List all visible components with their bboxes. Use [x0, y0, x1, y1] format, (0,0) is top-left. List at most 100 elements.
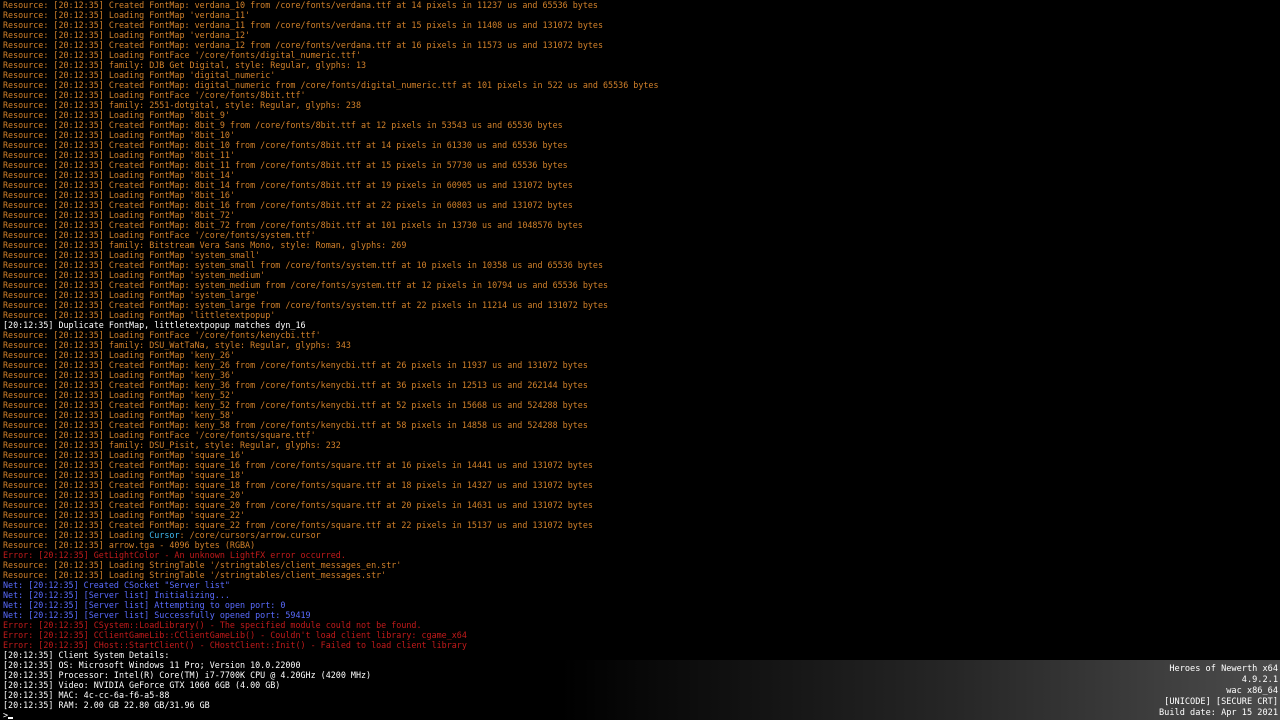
log-line-resource: Resource: [20:12:35] Created FontMap: di…	[3, 80, 1273, 90]
log-line-resource: Resource: [20:12:35] Loading FontMap 'sy…	[3, 250, 1273, 260]
log-line-resource: Resource: [20:12:35] Loading FontMap 'ke…	[3, 370, 1273, 380]
log-line-text: Resource: [20:12:35] Created FontMap: 8b…	[3, 160, 568, 170]
log-line-text: Resource: [20:12:35] Created FontMap: sy…	[3, 280, 609, 290]
log-line-text: Resource: [20:12:35] Loading FontMap 'sq…	[3, 490, 246, 500]
log-line-resource: Resource: [20:12:35] Created FontMap: sq…	[3, 500, 1273, 510]
log-line-text: Resource: [20:12:35] Created FontMap: 8b…	[3, 140, 568, 150]
build-date-label: Build date: Apr 15 2021	[1159, 708, 1278, 718]
log-line-text: Resource: [20:12:35] Loading FontMap 'ke…	[3, 370, 235, 380]
log-line-resource: Resource: [20:12:35] Loading FontMap 'sy…	[3, 290, 1273, 300]
log-line-text: Resource: [20:12:35] Created FontMap: sy…	[3, 300, 609, 310]
log-line-text: Resource: [20:12:35] Loading FontMap 'di…	[3, 70, 276, 80]
log-line-resource: Resource: [20:12:35] Loading FontMap 'sq…	[3, 510, 1273, 520]
log-line-text: Resource: [20:12:35] Loading FontMap '8b…	[3, 110, 230, 120]
log-line-resource: Resource: [20:12:35] Loading FontMap 'sq…	[3, 450, 1273, 460]
log-line-text: Resource: [20:12:35] Loading FontMap 'ke…	[3, 390, 235, 400]
log-line-resource: Resource: [20:12:35] Loading FontFace '/…	[3, 50, 1273, 60]
log-line-resource: Resource: [20:12:35] Loading FontMap 've…	[3, 30, 1273, 40]
log-line-text: [20:12:35] Client System Details:	[3, 650, 170, 660]
log-line-text: Net: [20:12:35] [Server list] Initializi…	[3, 590, 230, 600]
log-line-resource: Resource: [20:12:35] Created FontMap: ve…	[3, 0, 1273, 10]
log-line-resource: Resource: [20:12:35] Created FontMap: ke…	[3, 380, 1273, 390]
log-line-text: Resource: [20:12:35] Loading FontFace '/…	[3, 230, 316, 240]
log-line-text: Resource: [20:12:35] Created FontMap: 8b…	[3, 220, 583, 230]
log-line-resource: Resource: [20:12:35] family: DJB Get Dig…	[3, 60, 1273, 70]
log-line-text: Resource: [20:12:35] Created FontMap: 8b…	[3, 120, 563, 130]
log-line-resource: Resource: [20:12:35] family: DSU_WatTaNa…	[3, 340, 1273, 350]
log-line-text: Resource: [20:12:35] Created FontMap: ve…	[3, 0, 598, 10]
version-label: 4.9.2.1	[1241, 675, 1278, 685]
log-line-text: Resource: [20:12:35] Loading FontMap '8b…	[3, 190, 235, 200]
console-input[interactable]	[8, 710, 608, 720]
log-line-text: Resource: [20:12:35] family: DSU_WatTaNa…	[3, 340, 351, 350]
log-line-text: Resource: [20:12:35] Loading FontMap 'li…	[3, 310, 276, 320]
log-line-resource: Resource: [20:12:35] Loading FontFace '/…	[3, 330, 1273, 340]
log-line-resource: Resource: [20:12:35] Loading FontMap 'ke…	[3, 410, 1273, 420]
platform-label: wac x86_64	[1226, 686, 1278, 696]
log-line-error: Error: [20:12:35] CHost::StartClient() -…	[3, 640, 1273, 650]
log-line-text: [20:12:35] Processor: Intel(R) Core(TM) …	[3, 670, 372, 680]
log-line-resource: Resource: [20:12:35] Created FontMap: sy…	[3, 300, 1273, 310]
log-line-text: Error: [20:12:35] CHost::StartClient() -…	[3, 640, 467, 650]
log-line-net: Net: [20:12:35] [Server list] Initializi…	[3, 590, 1273, 600]
log-line-text: Resource: [20:12:35] family: DJB Get Dig…	[3, 60, 367, 70]
log-line-text: [20:12:35] MAC: 4c-cc-6a-f6-a5-88	[3, 690, 170, 700]
log-line-text: [20:12:35] OS: Microsoft Windows 11 Pro;…	[3, 660, 301, 670]
log-line-text: [20:12:35] Video: NVIDIA GeForce GTX 106…	[3, 680, 281, 690]
log-line-plain: [20:12:35] Duplicate FontMap, littletext…	[3, 320, 1273, 330]
log-line-text: Resource: [20:12:35] Created FontMap: ve…	[3, 20, 604, 30]
log-keyword-highlight: Cursor	[149, 530, 180, 540]
log-line-text: Resource: [20:12:35] Created FontMap: ke…	[3, 360, 588, 370]
log-line-text: Resource: [20:12:35] Created FontMap: 8b…	[3, 180, 573, 190]
log-line-text: Resource: [20:12:35] Loading FontFace '/…	[3, 430, 316, 440]
log-line-text: Resource: [20:12:35] Loading FontMap 'sq…	[3, 470, 246, 480]
log-line-error: Error: [20:12:35] GetLightColor - An unk…	[3, 550, 1273, 560]
log-line-resource: Resource: [20:12:35] Created FontMap: 8b…	[3, 200, 1273, 210]
log-line-text: Resource: [20:12:35] Created FontMap: sq…	[3, 520, 593, 530]
log-line-resource: Resource: [20:12:35] Loading Cursor: /co…	[3, 530, 1273, 540]
log-line-resource: Resource: [20:12:35] Created FontMap: 8b…	[3, 140, 1273, 150]
log-line-text: Resource: [20:12:35] Loading FontFace '/…	[3, 90, 306, 100]
log-line-text: Error: [20:12:35] CSystem::LoadLibrary()…	[3, 620, 422, 630]
console-log: Resource: [20:12:35] Created FontMap: ve…	[3, 0, 1273, 710]
log-line-resource: Resource: [20:12:35] Created FontMap: ve…	[3, 40, 1273, 50]
log-line-resource: Resource: [20:12:35] Loading FontMap 'li…	[3, 310, 1273, 320]
log-line-resource: Resource: [20:12:35] Created FontMap: 8b…	[3, 120, 1273, 130]
log-line-text: Error: [20:12:35] CClientGameLib::CClien…	[3, 630, 467, 640]
log-line-text: Resource: [20:12:35] family: Bitstream V…	[3, 240, 407, 250]
log-line-resource: Resource: [20:12:35] Loading FontMap '8b…	[3, 150, 1273, 160]
log-line-error: Error: [20:12:35] CSystem::LoadLibrary()…	[3, 620, 1273, 630]
log-line-resource: Resource: [20:12:35] Loading FontMap '8b…	[3, 210, 1273, 220]
log-line-resource: Resource: [20:12:35] Loading FontMap '8b…	[3, 110, 1273, 120]
log-line-resource: Resource: [20:12:35] family: 2551-dotgit…	[3, 100, 1273, 110]
log-line-text: Resource: [20:12:35] Loading	[3, 530, 150, 540]
log-line-resource: Resource: [20:12:35] Loading FontMap 'sy…	[3, 270, 1273, 280]
log-line-text: Resource: [20:12:35] Loading FontMap '8b…	[3, 170, 235, 180]
log-line-text: Resource: [20:12:35] Loading FontMap '8b…	[3, 130, 235, 140]
log-line-resource: Resource: [20:12:35] Loading FontFace '/…	[3, 90, 1273, 100]
log-line-resource: Resource: [20:12:35] Loading FontMap '8b…	[3, 190, 1273, 200]
log-line-text: Resource: [20:12:35] Loading FontMap '8b…	[3, 150, 235, 160]
log-line-resource: Resource: [20:12:35] Created FontMap: ve…	[3, 20, 1273, 30]
log-line-text: Resource: [20:12:35] Created FontMap: sq…	[3, 460, 593, 470]
log-line-text: Resource: [20:12:35] Created FontMap: sq…	[3, 480, 593, 490]
log-line-resource: Resource: [20:12:35] Loading StringTable…	[3, 570, 1273, 580]
log-line-text: [20:12:35] RAM: 2.00 GB 22.80 GB/31.96 G…	[3, 700, 210, 710]
log-line-text: Resource: [20:12:35] Loading FontMap 've…	[3, 10, 251, 20]
log-line-net: Net: [20:12:35] Created CSocket "Server …	[3, 580, 1273, 590]
log-line-text: Resource: [20:12:35] Loading StringTable…	[3, 570, 387, 580]
log-line-resource: Resource: [20:12:35] Created FontMap: ke…	[3, 420, 1273, 430]
log-line-text: Resource: [20:12:35] Loading FontMap '8b…	[3, 210, 235, 220]
console-prompt-line[interactable]: >	[3, 710, 608, 720]
log-line-text: Net: [20:12:35] Created CSocket "Server …	[3, 580, 230, 590]
log-line-resource: Resource: [20:12:35] Loading FontMap 'di…	[3, 70, 1273, 80]
log-line-text: Error: [20:12:35] GetLightColor - An unk…	[3, 550, 346, 560]
log-line-text: Resource: [20:12:35] Created FontMap: sy…	[3, 260, 604, 270]
log-line-error: Error: [20:12:35] CClientGameLib::CClien…	[3, 630, 1273, 640]
log-line-text: Resource: [20:12:35] Loading FontFace '/…	[3, 50, 361, 60]
log-line-net: Net: [20:12:35] [Server list] Successful…	[3, 610, 1273, 620]
log-line-text: Resource: [20:12:35] Created FontMap: ve…	[3, 40, 604, 50]
log-line-resource: Resource: [20:12:35] Loading FontMap '8b…	[3, 170, 1273, 180]
log-line-text: Resource: [20:12:35] Created FontMap: sq…	[3, 500, 593, 510]
log-line-resource: Resource: [20:12:35] Created FontMap: ke…	[3, 360, 1273, 370]
